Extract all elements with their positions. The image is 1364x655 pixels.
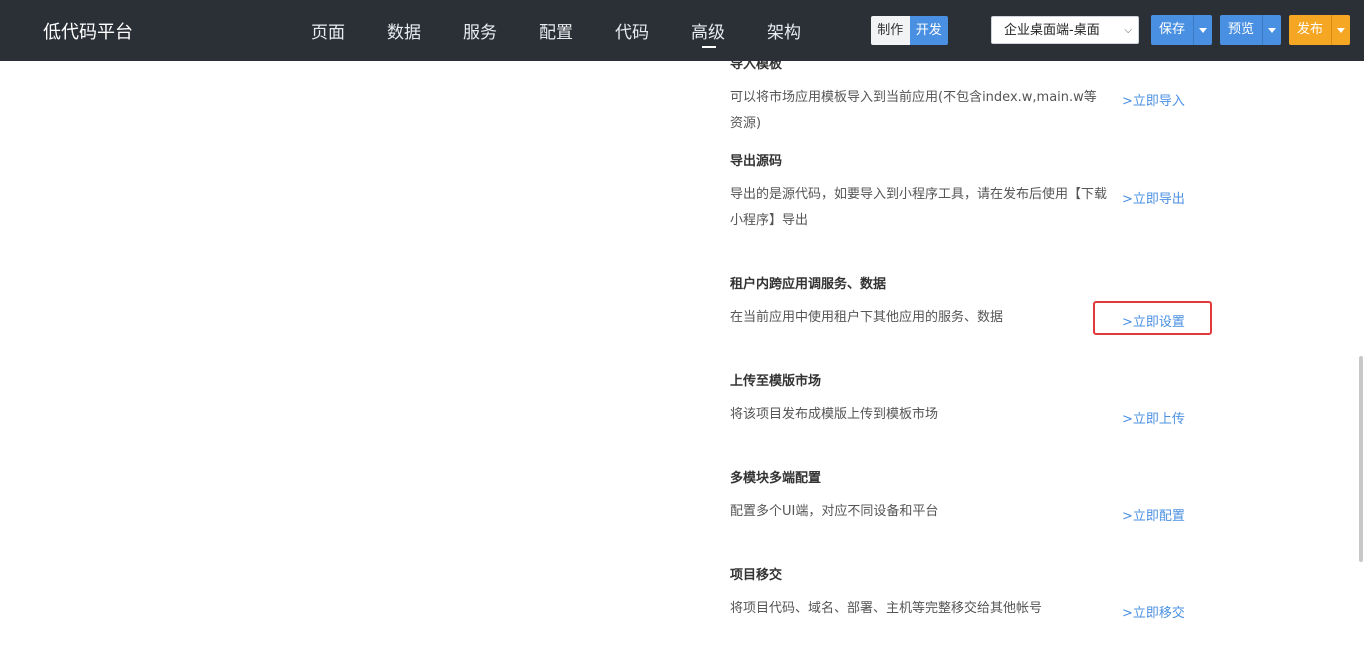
- section-title-cross-app-services: 租户内跨应用调服务、数据: [730, 277, 887, 292]
- section-desc-project-transfer: 将项目代码、域名、部署、主机等完整移交给其他帐号: [730, 601, 1043, 616]
- nav-item-code[interactable]: 代码: [615, 18, 649, 43]
- preview-button-label: 预览: [1228, 22, 1255, 37]
- nav-item-data[interactable]: 数据: [387, 18, 421, 43]
- nav-active-indicator: [702, 46, 716, 48]
- section-desc-cross-app-services: 在当前应用中使用租户下其他应用的服务、数据: [730, 310, 1004, 325]
- advanced-settings-panel: 导入模板 可以将市场应用模板导入到当前应用(不包含index.w,main.w等…: [0, 61, 1364, 655]
- chevron-down-icon: ⌵: [1124, 25, 1132, 36]
- section-desc-multi-module-config: 配置多个UI端，对应不同设备和平台: [730, 504, 939, 519]
- section-title-export-source: 导出源码: [730, 154, 783, 169]
- import-now-link[interactable]: >立即导入: [1122, 90, 1185, 109]
- top-navigation-bar: 低代码平台 页面 数据 服务 配置 代码 高级 架构 制作 开发 企业桌面端-桌…: [0, 0, 1364, 61]
- publish-button[interactable]: 发布: [1289, 15, 1351, 45]
- mode-dev-button[interactable]: 开发: [909, 16, 948, 45]
- section-desc-import-template: 可以将市场应用模板导入到当前应用(不包含index.w,main.w等资源): [730, 90, 1097, 131]
- save-dropdown-caret-icon[interactable]: [1193, 15, 1212, 45]
- section-title-project-transfer: 项目移交: [730, 568, 783, 583]
- terminal-select[interactable]: 企业桌面端-桌面 ⌵: [991, 16, 1139, 44]
- nav-item-advanced[interactable]: 高级: [691, 18, 725, 43]
- upload-now-link[interactable]: >立即上传: [1122, 408, 1185, 427]
- section-desc-upload-template-market: 将该项目发布成模版上传到模板市场: [730, 407, 939, 422]
- section-title-import-template: 导入模板: [730, 61, 783, 72]
- preview-dropdown-caret-icon[interactable]: [1262, 15, 1281, 45]
- scrollbar-thumb[interactable]: [1359, 356, 1363, 562]
- transfer-now-link[interactable]: >立即移交: [1122, 602, 1185, 621]
- export-now-link[interactable]: >立即导出: [1122, 188, 1185, 207]
- section-desc-export-source: 导出的是源代码，如要导入到小程序工具，请在发布后使用【下载小程序】导出: [730, 187, 1108, 228]
- mode-make-button[interactable]: 制作: [871, 16, 910, 45]
- preview-button[interactable]: 预览: [1220, 15, 1282, 45]
- highlight-box: [1093, 301, 1212, 335]
- nav-item-architecture[interactable]: 架构: [767, 18, 801, 43]
- publish-button-label: 发布: [1297, 22, 1324, 37]
- section-title-upload-template-market: 上传至模版市场: [730, 374, 822, 389]
- publish-dropdown-caret-icon[interactable]: [1331, 15, 1350, 45]
- mode-toggle: 制作 开发: [871, 16, 948, 45]
- save-button-label: 保存: [1159, 22, 1186, 37]
- configure-now-link[interactable]: >立即配置: [1122, 505, 1185, 524]
- nav-item-config[interactable]: 配置: [539, 18, 573, 43]
- nav-item-service[interactable]: 服务: [463, 18, 497, 43]
- app-brand: 低代码平台: [43, 22, 133, 43]
- nav-item-page[interactable]: 页面: [311, 18, 345, 43]
- section-title-multi-module-config: 多模块多端配置: [730, 471, 822, 486]
- vertical-scrollbar[interactable]: [1358, 61, 1364, 655]
- save-button[interactable]: 保存: [1151, 15, 1213, 45]
- terminal-select-value: 企业桌面端-桌面: [1004, 23, 1100, 38]
